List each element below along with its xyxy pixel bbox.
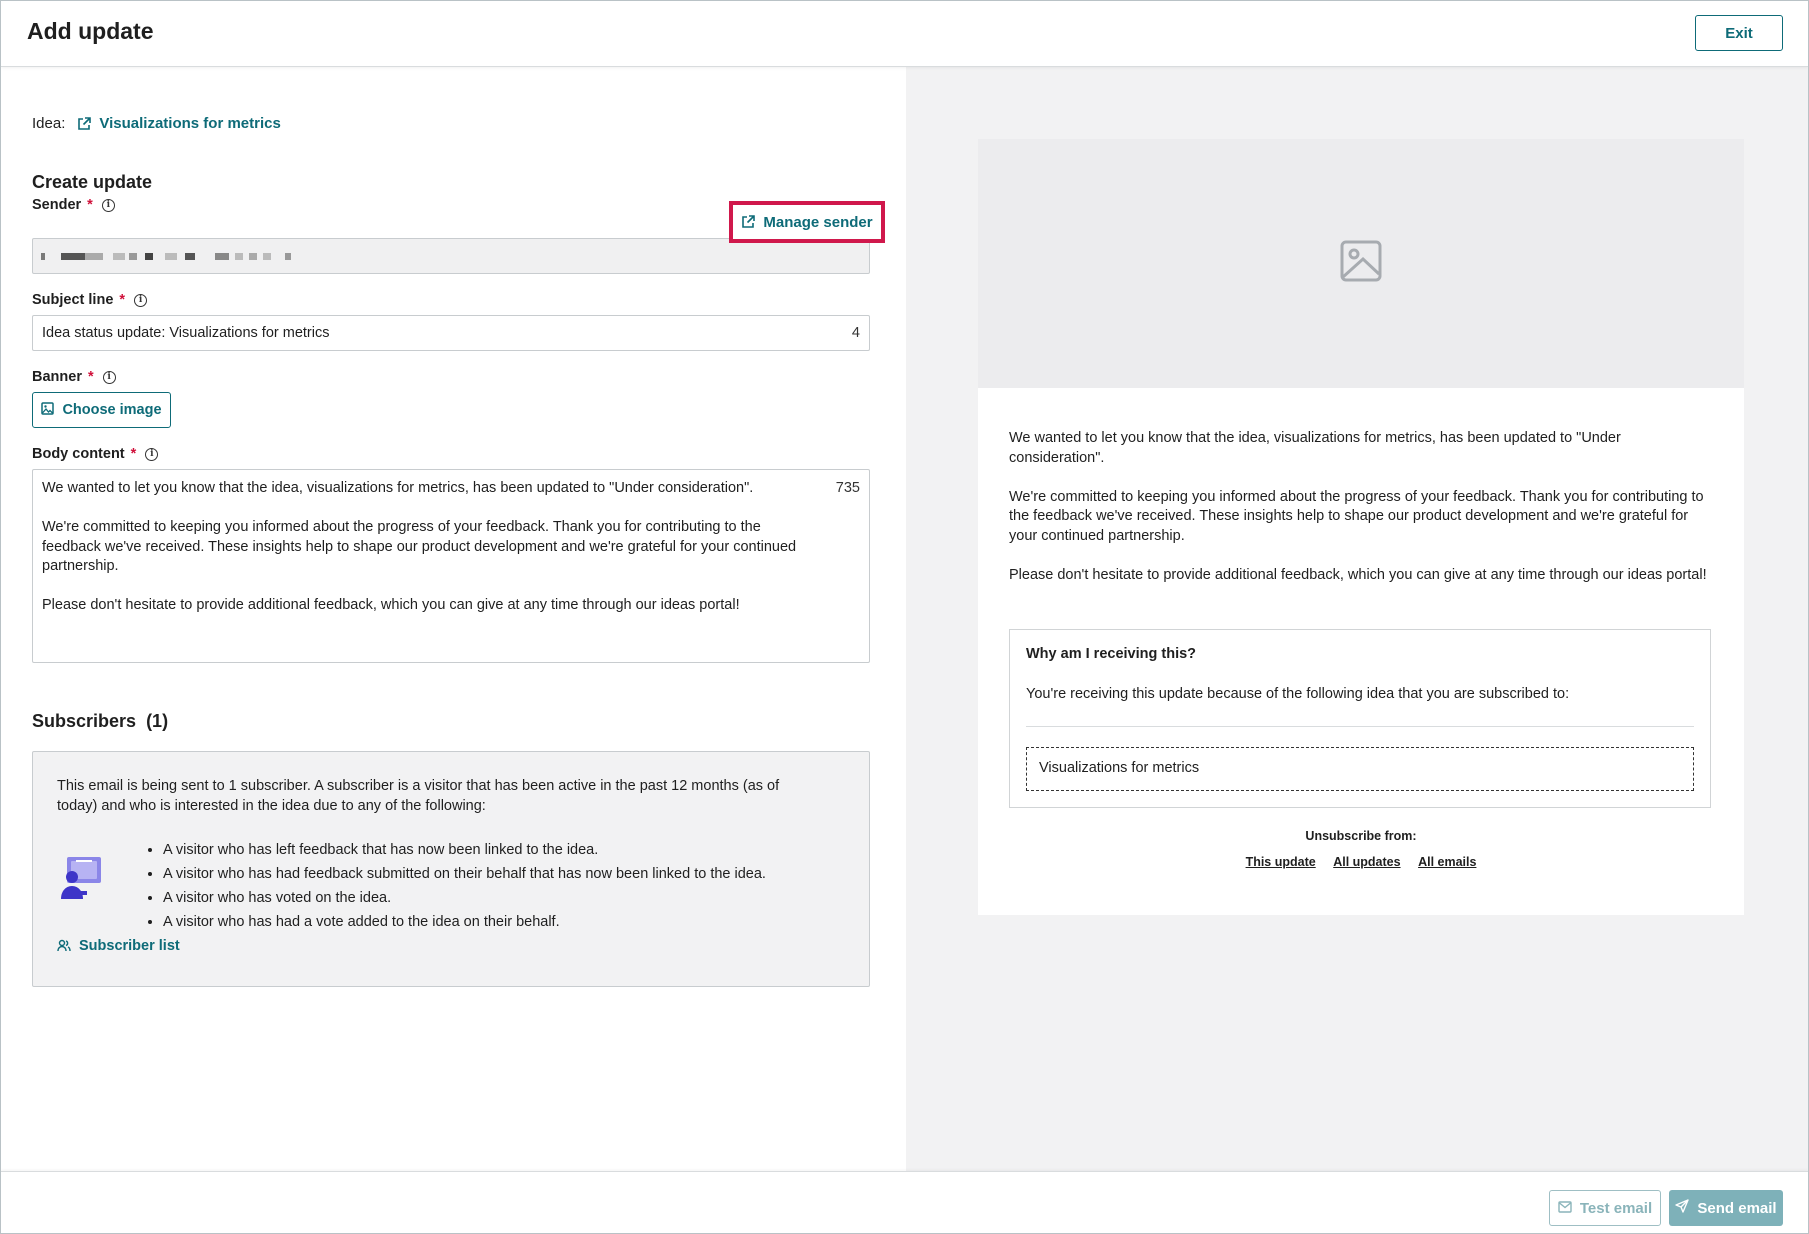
redacted-text	[129, 253, 137, 260]
redacted-text	[41, 253, 45, 260]
sender-label: Sender	[32, 197, 82, 213]
redacted-text	[185, 253, 195, 260]
choose-image-button[interactable]: Choose image	[32, 392, 171, 428]
send-icon	[1675, 1199, 1690, 1217]
form-pane: Idea: Visualizations for metrics Create …	[1, 67, 906, 1171]
body-label: Body content	[32, 446, 125, 462]
subject-input[interactable]: Idea status update: Visualizations for m…	[32, 315, 870, 351]
divider	[1026, 726, 1694, 727]
send-email-button[interactable]: Send email	[1669, 1190, 1783, 1226]
unsubscribe-links: This update All updates All emails	[978, 855, 1744, 869]
subscribers-title: Subscribers	[32, 711, 137, 731]
subject-label-row: Subject line * i	[32, 292, 148, 308]
preview-paragraph: We wanted to let you know that the idea,…	[1009, 430, 1621, 466]
body-paragraph: We wanted to let you know that the idea,…	[42, 480, 754, 496]
unsubscribe-this-update-link[interactable]: This update	[1246, 855, 1316, 869]
list-item: A visitor who has left feedback that has…	[163, 838, 766, 862]
visitor-illustration-icon	[58, 855, 103, 900]
banner-placeholder	[978, 139, 1744, 388]
test-email-button[interactable]: Test email	[1549, 1190, 1661, 1226]
preview-paragraph: Please don't hesitate to provide additio…	[1009, 566, 1707, 583]
preview-body: We wanted to let you know that the idea,…	[1009, 429, 1709, 605]
body-paragraph: Please don't hesitate to provide additio…	[42, 597, 740, 613]
header-bar: Add update Exit	[1, 1, 1808, 67]
subject-counter: 4	[851, 325, 860, 341]
why-title: Why am I receiving this?	[1026, 646, 1197, 662]
manage-sender-link[interactable]: Manage sender	[729, 201, 885, 243]
redacted-text	[113, 253, 125, 260]
idea-label: Idea:	[32, 115, 66, 132]
users-icon	[57, 939, 71, 953]
subscribers-intro: This email is being sent to 1 subscriber…	[57, 778, 780, 814]
body-content-textarea[interactable]: We wanted to let you know that the idea,…	[32, 469, 870, 663]
body-counter: 735	[835, 480, 860, 496]
choose-image-label: Choose image	[62, 402, 162, 418]
redacted-text	[145, 253, 153, 260]
redacted-text	[61, 253, 85, 260]
sender-field[interactable]	[32, 238, 870, 274]
email-preview: We wanted to let you know that the idea,…	[978, 139, 1744, 915]
required-marker: *	[87, 369, 94, 385]
subscribers-panel: This email is being sent to 1 subscriber…	[32, 751, 870, 987]
info-icon[interactable]: i	[102, 370, 116, 384]
email-preview-pane: We wanted to let you know that the idea,…	[906, 67, 1808, 1171]
subject-label: Subject line	[32, 292, 114, 308]
list-item: A visitor who has had a vote added to th…	[163, 910, 766, 934]
footer-bar: Test email Send email	[1, 1171, 1808, 1233]
list-item: A visitor who has had feedback submitted…	[163, 862, 766, 886]
why-description: You're receiving this update because of …	[1026, 686, 1570, 702]
body-label-row: Body content * i	[32, 446, 159, 462]
image-placeholder-icon	[1339, 239, 1383, 288]
external-link-icon	[741, 215, 756, 229]
info-icon[interactable]: i	[101, 198, 115, 212]
banner-label-row: Banner * i	[32, 369, 116, 385]
add-update-page: Add update Exit Idea: Visualizations for…	[0, 0, 1809, 1234]
image-icon	[41, 401, 55, 419]
page-title: Add update	[27, 18, 154, 44]
subscribers-count: (1)	[146, 711, 169, 731]
sender-label-row: Sender * i	[32, 197, 115, 213]
subscriber-list-link[interactable]: Subscriber list	[57, 938, 180, 954]
subscriber-list-label: Subscriber list	[79, 938, 180, 954]
redacted-text	[85, 253, 103, 260]
subscriber-reasons-list: A visitor who has left feedback that has…	[145, 838, 766, 934]
unsubscribe-all-updates-link[interactable]: All updates	[1333, 855, 1400, 869]
subscribed-idea[interactable]: Visualizations for metrics	[1026, 747, 1694, 791]
redacted-text	[263, 253, 271, 260]
banner-label: Banner	[32, 369, 82, 385]
why-receiving-box: Why am I receiving this? You're receivin…	[1009, 629, 1711, 808]
redacted-text	[215, 253, 229, 260]
exit-button[interactable]: Exit	[1695, 15, 1783, 51]
send-email-label: Send email	[1697, 1199, 1777, 1217]
body-paragraph: We're committed to keeping you informed …	[42, 519, 797, 574]
mail-icon	[1558, 1200, 1572, 1217]
required-marker: *	[87, 197, 93, 213]
idea-row: Idea: Visualizations for metrics	[32, 115, 281, 132]
subject-value: Idea status update: Visualizations for m…	[42, 325, 330, 341]
required-marker: *	[130, 446, 137, 462]
info-icon[interactable]: i	[145, 447, 159, 461]
test-email-label: Test email	[1579, 1199, 1653, 1217]
redacted-text	[165, 253, 177, 260]
external-link-icon	[77, 116, 92, 131]
redacted-text	[235, 253, 243, 260]
info-icon[interactable]: i	[134, 293, 148, 307]
redacted-text	[249, 253, 257, 260]
preview-paragraph: We're committed to keeping you informed …	[1009, 488, 1704, 544]
subscribers-heading: Subscribers (1)	[32, 711, 168, 732]
redacted-text	[285, 253, 291, 260]
list-item: A visitor who has voted on the idea.	[163, 886, 766, 910]
unsubscribe-heading: Unsubscribe from:	[1305, 829, 1417, 843]
create-update-heading: Create update	[32, 172, 153, 192]
unsubscribe-all-emails-link[interactable]: All emails	[1418, 855, 1476, 869]
required-marker: *	[119, 292, 126, 308]
idea-link[interactable]: Visualizations for metrics	[99, 115, 280, 132]
manage-sender-label: Manage sender	[763, 213, 873, 231]
